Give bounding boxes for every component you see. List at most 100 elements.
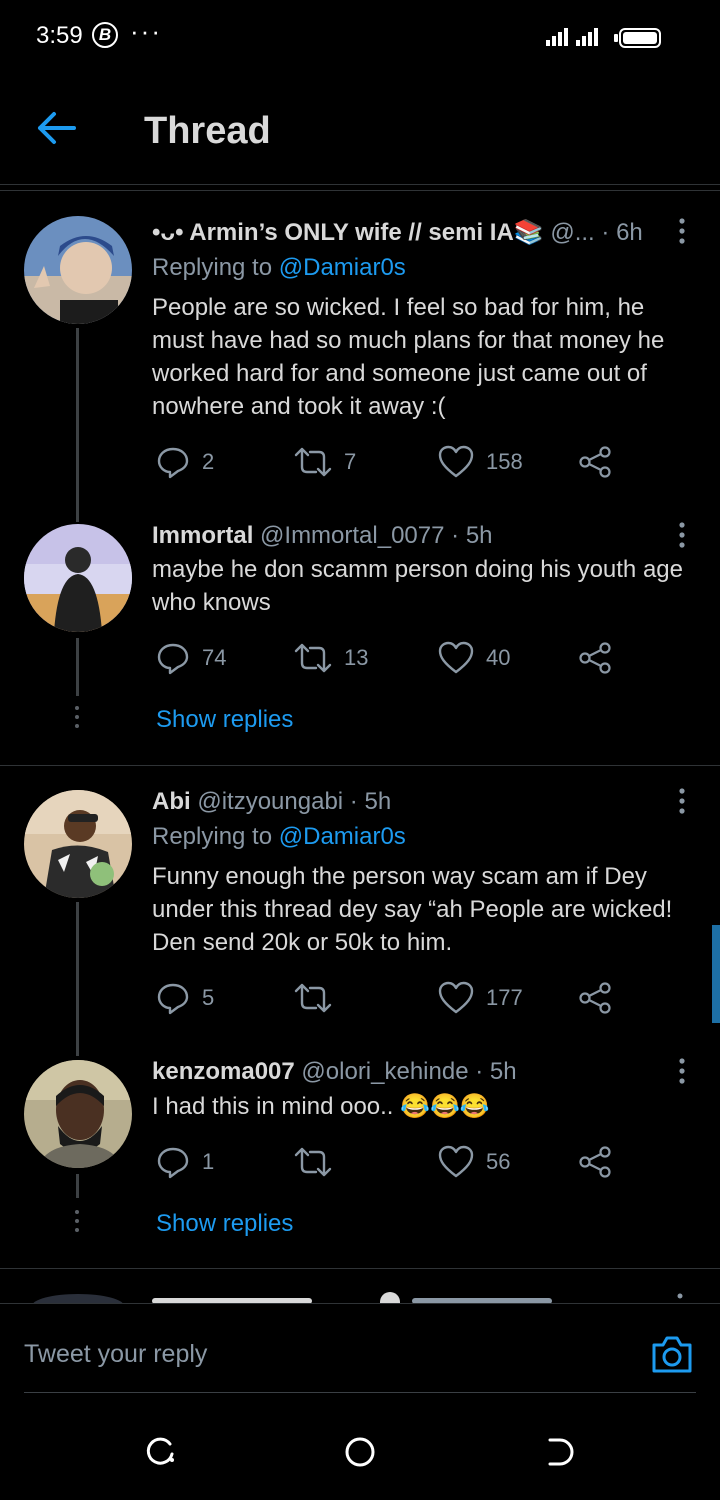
timestamp: 5h [364, 788, 392, 815]
tweet-actions: 2 7 158 [152, 444, 632, 480]
retweet-button[interactable]: 13 [294, 640, 368, 676]
page-title: Thread [144, 110, 271, 152]
avatar[interactable] [24, 216, 132, 324]
reply-icon [157, 447, 189, 479]
user-handle[interactable]: @Immortal_0077 [260, 522, 444, 549]
share-button[interactable] [578, 444, 624, 480]
tweet-text: People are so wicked. I feel so bad for … [152, 294, 665, 420]
reply-button[interactable]: 74 [156, 640, 226, 676]
reply-button[interactable]: 1 [156, 1144, 214, 1180]
tweet-actions: 5 177 [152, 980, 632, 1016]
timestamp: 5h [465, 522, 493, 549]
heart-icon [438, 641, 474, 674]
share-button[interactable] [578, 640, 624, 676]
like-button[interactable]: 177 [438, 980, 523, 1016]
back-icon[interactable] [544, 1436, 576, 1468]
separator: · [349, 788, 358, 815]
reply-icon [157, 1147, 189, 1179]
retweet-count: 13 [344, 645, 369, 670]
reply-count: 5 [202, 985, 215, 1010]
thread-header: Thread [0, 72, 720, 185]
thread-continuation-dots [74, 706, 80, 733]
share-icon [579, 1146, 611, 1178]
camera-icon[interactable] [650, 1333, 694, 1375]
heart-icon [438, 445, 474, 478]
tweet-text: I had this in mind ooo.. 😂😂😂 [152, 1093, 490, 1120]
retweet-button[interactable]: 7 [294, 444, 356, 480]
thread-line [76, 328, 79, 510]
heart-icon [438, 981, 474, 1014]
notification-dots: ··· [130, 16, 162, 46]
tweet[interactable]: •ᴗ• Armin’s ONLY wife // semi IA📚 @... ·… [0, 190, 720, 510]
retweet-icon [294, 1147, 332, 1177]
display-name[interactable]: •ᴗ• Armin’s ONLY wife // semi IA📚 [152, 219, 544, 246]
thread-line [76, 902, 79, 1056]
display-name[interactable]: kenzoma007 [152, 1058, 295, 1085]
user-handle[interactable]: @... [550, 219, 594, 246]
thread-line [76, 1174, 79, 1198]
like-button[interactable]: 158 [438, 444, 523, 480]
partial-tweet-preview [33, 1292, 683, 1303]
tweet-meta: Immortal @Immortal_0077 · 5h [152, 522, 493, 550]
tweet[interactable]: Abi @itzyoungabi · 5h Replying to @Damia… [0, 766, 720, 1056]
partial-tweet[interactable] [0, 1270, 720, 1303]
like-count: 177 [486, 985, 523, 1010]
like-button[interactable]: 40 [438, 640, 510, 676]
share-icon [579, 642, 611, 674]
tweet[interactable]: kenzoma007 @olori_kehinde · 5h I had thi… [0, 1046, 720, 1268]
tweet-actions: 74 13 40 [152, 640, 632, 676]
replying-to: Replying to @Damiar0s [152, 254, 406, 282]
tweet-actions: 1 56 [152, 1144, 632, 1180]
display-name[interactable]: Immortal [152, 522, 253, 549]
reply-button[interactable]: 5 [156, 980, 214, 1016]
thread-line [76, 638, 79, 696]
share-button[interactable] [578, 980, 624, 1016]
avatar[interactable] [24, 790, 132, 898]
more-options-icon[interactable] [674, 1056, 690, 1086]
tweet[interactable]: Immortal @Immortal_0077 · 5h maybe he do… [0, 510, 720, 766]
retweet-button[interactable] [294, 1144, 344, 1180]
home-icon[interactable] [344, 1436, 376, 1468]
separator: · [451, 522, 460, 549]
composer-underline [24, 1392, 696, 1393]
scrollbar[interactable] [712, 925, 720, 1023]
tweet-text: maybe he don scamm person doing his yout… [152, 556, 683, 616]
retweet-button[interactable] [294, 980, 344, 1016]
share-button[interactable] [578, 1144, 624, 1180]
avatar[interactable] [24, 524, 132, 632]
retweet-count: 7 [344, 449, 357, 474]
tweet-meta: •ᴗ• Armin’s ONLY wife // semi IA📚 @... ·… [152, 218, 643, 247]
status-bar: 3:59 B ··· [0, 0, 720, 72]
reply-count: 1 [202, 1149, 215, 1174]
like-count: 158 [486, 449, 523, 474]
reply-button[interactable]: 2 [156, 444, 214, 480]
more-options-icon[interactable] [674, 786, 690, 816]
replying-to-handle[interactable]: @Damiar0s [279, 254, 406, 281]
more-options-icon[interactable] [674, 216, 690, 246]
replying-to-label: Replying to [152, 254, 279, 281]
user-handle[interactable]: @itzyoungabi [197, 788, 343, 815]
system-nav-bar [0, 1394, 720, 1500]
heart-icon [438, 1145, 474, 1178]
signal-battery-icon [546, 28, 661, 48]
recents-icon[interactable] [144, 1436, 176, 1468]
user-handle[interactable]: @olori_kehinde [301, 1058, 468, 1085]
replying-to: Replying to @Damiar0s [152, 823, 406, 851]
reply-input[interactable]: Tweet your reply [24, 1340, 207, 1369]
timestamp: 6h [616, 219, 643, 246]
replying-to-handle[interactable]: @Damiar0s [279, 823, 406, 850]
thread-line [76, 510, 79, 522]
show-replies-link[interactable]: Show replies [156, 1210, 293, 1238]
retweet-icon [294, 983, 332, 1013]
separator: · [601, 219, 610, 246]
show-replies-link[interactable]: Show replies [156, 706, 293, 734]
back-arrow-icon[interactable] [34, 110, 78, 146]
thread-continuation-dots [74, 1210, 80, 1237]
replying-to-label: Replying to [152, 823, 279, 850]
tweet-text: Funny enough the person way scam am if D… [152, 863, 673, 956]
share-icon [579, 446, 611, 478]
more-options-icon[interactable] [674, 520, 690, 550]
avatar[interactable] [24, 1060, 132, 1168]
like-button[interactable]: 56 [438, 1144, 510, 1180]
display-name[interactable]: Abi [152, 788, 191, 815]
